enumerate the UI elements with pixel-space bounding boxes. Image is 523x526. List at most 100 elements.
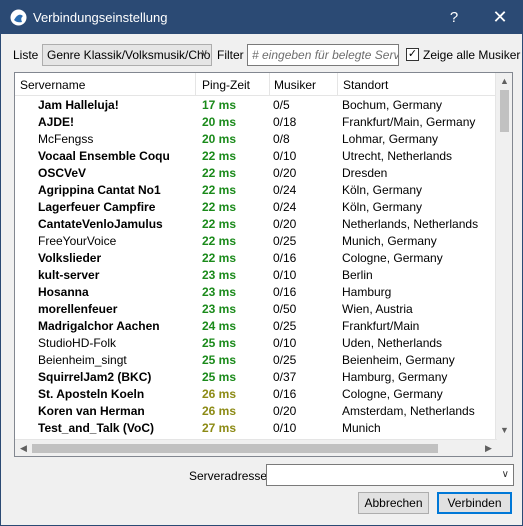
server-musicians: 0/16 <box>273 251 297 265</box>
server-ping: 25 ms <box>202 353 237 367</box>
server-name: Beienheim_singt <box>38 353 127 367</box>
server-row[interactable]: CantateVenloJamulus 22 ms 0/20 Netherlands,… <box>15 216 497 233</box>
server-location: Utrecht, Netherlands <box>342 149 453 163</box>
server-name: OSCVeV <box>38 166 87 180</box>
window-title: Verbindungseinstellung <box>33 10 168 25</box>
server-row[interactable]: Volkslieder 22 ms 0/16 Cologne, Germany <box>15 250 497 267</box>
server-row[interactable]: Beienheim_singt 25 ms 0/25 Beienheim, Germa… <box>15 352 497 369</box>
list-label: Liste <box>13 48 39 62</box>
jamulus-app-icon <box>10 9 27 26</box>
server-musicians: 0/37 <box>273 370 297 384</box>
server-musicians: 0/24 <box>273 183 297 197</box>
server-row[interactable]: morellenfeuer 23 ms 0/50 Wien, Austria <box>15 301 497 318</box>
filter-input[interactable]: # eingeben für belegte Server <box>247 44 399 66</box>
chevron-down-icon[interactable]: ∨ <box>502 469 509 480</box>
server-row[interactable]: Lagerfeuer Campfire 22 ms 0/24 Köln, German… <box>15 199 497 216</box>
help-button[interactable]: ? <box>431 1 477 34</box>
server-rows: Jam Halleluja! 17 ms 0/5 Bochum, Germany AJD… <box>15 97 497 437</box>
server-ping: 23 ms <box>202 302 237 316</box>
server-row[interactable]: Test_and_Talk (VoC) 27 ms 0/10 Munich <box>15 420 497 437</box>
server-musicians: 0/10 <box>273 149 297 163</box>
server-musicians: 0/20 <box>273 404 297 418</box>
server-location: Hamburg, Germany <box>342 370 448 384</box>
server-ping: 20 ms <box>202 115 237 129</box>
vertical-scroll-thumb[interactable] <box>500 90 509 132</box>
server-address-label: Serveradresse <box>189 469 268 483</box>
scroll-right-icon[interactable]: ▶ <box>480 440 497 456</box>
chevron-down-icon: ∨ <box>200 48 208 59</box>
server-address-combobox[interactable]: ∨ <box>266 464 514 486</box>
server-row[interactable]: Madrigalchor Aachen 24 ms 0/25 Frankfurt/Ma… <box>15 318 497 335</box>
server-row[interactable]: AJDE! 20 ms 0/18 Frankfurt/Main, Germany <box>15 114 497 131</box>
server-musicians: 0/50 <box>273 302 297 316</box>
server-ping: 22 ms <box>202 251 237 265</box>
server-row[interactable]: McFengss 20 ms 0/8 Lohmar, Germany <box>15 131 497 148</box>
server-location: Wien, Austria <box>342 302 413 316</box>
scroll-up-icon[interactable]: ▲ <box>496 73 512 90</box>
server-location: Cologne, Germany <box>342 387 443 401</box>
list-dropdown[interactable]: Genre Klassik/Volksmusik/Chor ∨ <box>42 44 212 66</box>
server-name: Hosanna <box>38 285 89 299</box>
show-all-checkbox[interactable]: ✓ <box>406 48 419 61</box>
server-row[interactable]: kult-server 23 ms 0/10 Berlin <box>15 267 497 284</box>
server-name: Volkslieder <box>38 251 102 265</box>
server-ping: 22 ms <box>202 149 237 163</box>
server-list[interactable]: Servername Ping-Zeit Musiker Standort Ja… <box>14 72 513 457</box>
server-musicians: 0/24 <box>273 200 297 214</box>
column-header-location[interactable]: Standort <box>338 73 497 96</box>
server-ping: 25 ms <box>202 336 237 350</box>
server-musicians: 0/8 <box>273 132 290 146</box>
server-name: StudioHD-Folk <box>38 336 117 350</box>
server-name: Vocaal Ensemble Coqu <box>38 149 170 163</box>
server-ping: 26 ms <box>202 404 237 418</box>
server-row[interactable]: Hosanna 23 ms 0/16 Hamburg <box>15 284 497 301</box>
server-location: Frankfurt/Main <box>342 319 420 333</box>
server-name: SquirrelJam2 (BKC) <box>38 370 152 384</box>
server-location: Netherlands, Netherlands <box>342 217 479 231</box>
server-row[interactable]: Vocaal Ensemble Coqu 22 ms 0/10 Utrecht, Ne… <box>15 148 497 165</box>
server-name: St. Aposteln Koeln <box>38 387 145 401</box>
connect-button[interactable]: Verbinden <box>437 492 512 514</box>
help-icon: ? <box>449 9 459 26</box>
horizontal-scroll-thumb[interactable] <box>32 444 438 453</box>
server-ping: 22 ms <box>202 234 237 248</box>
vertical-scrollbar[interactable]: ▲ ▼ <box>495 73 512 456</box>
server-location: Dresden <box>342 166 388 180</box>
server-ping: 22 ms <box>202 217 237 231</box>
server-ping: 25 ms <box>202 370 237 384</box>
server-location: Bochum, Germany <box>342 98 443 112</box>
title-bar: Verbindungseinstellung ? ✕ <box>1 1 522 34</box>
scroll-down-icon[interactable]: ▼ <box>496 422 512 439</box>
server-row[interactable]: FreeYourVoice 22 ms 0/25 Munich, Germany <box>15 233 497 250</box>
server-ping: 23 ms <box>202 268 237 282</box>
server-name: Madrigalchor Aachen <box>38 319 160 333</box>
server-name: Test_and_Talk (VoC) <box>38 421 155 435</box>
server-musicians: 0/18 <box>273 115 297 129</box>
server-row[interactable]: St. Aposteln Koeln 26 ms 0/16 Cologne, Germ… <box>15 386 497 403</box>
scroll-left-icon[interactable]: ◀ <box>15 440 32 456</box>
cancel-button[interactable]: Abbrechen <box>358 492 429 514</box>
server-ping: 22 ms <box>202 200 237 214</box>
server-row[interactable]: Koren van Herman 26 ms 0/20 Amsterdam, Neth… <box>15 403 497 420</box>
server-location: Munich <box>342 421 381 435</box>
server-row[interactable]: StudioHD-Folk 25 ms 0/10 Uden, Netherlands <box>15 335 497 352</box>
close-button[interactable]: ✕ <box>477 1 523 34</box>
server-row[interactable]: OSCVeV 22 ms 0/20 Dresden <box>15 165 497 182</box>
show-all-label: Zeige alle Musiker <box>423 48 521 62</box>
server-row[interactable]: SquirrelJam2 (BKC) 25 ms 0/37 Hamburg, Germ… <box>15 369 497 386</box>
server-name: Lagerfeuer Campfire <box>38 200 156 214</box>
server-ping: 22 ms <box>202 166 237 180</box>
server-ping: 23 ms <box>202 285 237 299</box>
server-location: Lohmar, Germany <box>342 132 439 146</box>
column-header-servername[interactable]: Servername <box>15 73 196 96</box>
server-location: Berlin <box>342 268 373 282</box>
server-ping: 26 ms <box>202 387 237 401</box>
server-row[interactable]: Agrippina Cantat No1 22 ms 0/24 Köln, Germa… <box>15 182 497 199</box>
column-header-ping[interactable]: Ping-Zeit <box>196 73 270 96</box>
horizontal-scrollbar[interactable]: ◀ ▶ <box>15 439 497 456</box>
server-name: FreeYourVoice <box>38 234 117 248</box>
server-row[interactable]: Jam Halleluja! 17 ms 0/5 Bochum, Germany <box>15 97 497 114</box>
column-header-musicians[interactable]: Musiker <box>270 73 338 96</box>
server-location: Beienheim, Germany <box>342 353 455 367</box>
server-musicians: 0/20 <box>273 217 297 231</box>
